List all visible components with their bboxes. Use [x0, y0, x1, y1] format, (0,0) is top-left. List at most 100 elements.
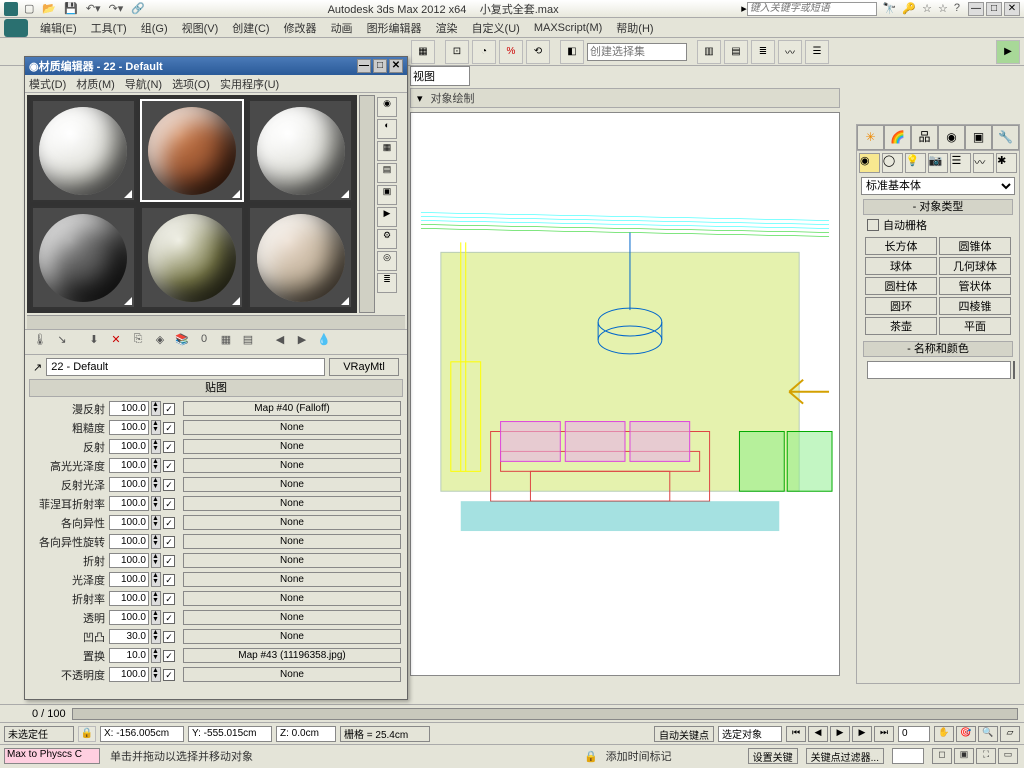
tab-hierarchy[interactable]: 品 — [911, 125, 938, 150]
param-value-input[interactable] — [109, 420, 149, 435]
select-by-mat-icon[interactable]: ◎ — [377, 251, 397, 271]
lock-tag-icon[interactable]: 🔒 — [584, 750, 598, 763]
viewport-type-dropdown[interactable]: 视图 — [410, 66, 470, 86]
material-slot-5[interactable] — [140, 206, 245, 309]
menu-help[interactable]: 帮助(H) — [610, 20, 659, 36]
lock-icon[interactable]: 🔒 — [78, 726, 96, 742]
autogrid-checkbox[interactable] — [867, 219, 879, 231]
pan-icon[interactable]: ✋ — [934, 726, 954, 742]
tb-layers-icon[interactable]: ≣ — [751, 40, 775, 64]
param-map-button[interactable]: None — [183, 610, 401, 625]
param-spinner[interactable]: ▲▼ — [151, 458, 161, 473]
material-slot-4[interactable] — [31, 206, 136, 309]
options-icon[interactable]: ⚙ — [377, 229, 397, 249]
me-close-button[interactable]: ✕ — [389, 59, 403, 73]
tb-curve-icon[interactable]: 〰 — [778, 40, 802, 64]
redo-icon[interactable]: ↷▾ — [109, 2, 124, 15]
app-menu-button[interactable] — [4, 19, 28, 37]
help-icon[interactable]: ? — [954, 2, 960, 15]
material-name-input[interactable] — [46, 358, 325, 376]
param-value-input[interactable] — [109, 553, 149, 568]
tb-named-sel-icon[interactable]: ◧ — [560, 40, 584, 64]
param-value-input[interactable] — [109, 496, 149, 511]
primitive-button[interactable]: 圆柱体 — [865, 277, 937, 295]
param-map-button[interactable]: None — [183, 591, 401, 606]
fov-icon[interactable]: ▱ — [1000, 726, 1020, 742]
param-checkbox[interactable]: ✓ — [163, 460, 175, 472]
param-value-input[interactable] — [109, 629, 149, 644]
prev-frame-icon[interactable]: ◀ — [808, 726, 828, 742]
primitive-button[interactable]: 圆锥体 — [939, 237, 1011, 255]
param-checkbox[interactable]: ✓ — [163, 669, 175, 681]
param-checkbox[interactable]: ✓ — [163, 650, 175, 662]
go-parent-icon[interactable]: ◀ — [271, 333, 289, 351]
menu-maxscript[interactable]: MAXScript(M) — [528, 22, 608, 34]
show-map-icon[interactable]: ▦ — [217, 333, 235, 351]
param-map-button[interactable]: None — [183, 477, 401, 492]
assign-to-sel-icon[interactable]: ⬇ — [85, 333, 103, 351]
backlight-icon[interactable]: ◐ — [377, 119, 397, 139]
current-frame-input[interactable]: 0 — [898, 726, 930, 742]
tab-modify[interactable]: 🌈 — [884, 125, 911, 150]
param-value-input[interactable] — [109, 591, 149, 606]
param-spinner[interactable]: ▲▼ — [151, 572, 161, 587]
selection-set-input[interactable] — [587, 43, 687, 61]
param-checkbox[interactable]: ✓ — [163, 422, 175, 434]
param-checkbox[interactable]: ✓ — [163, 403, 175, 415]
shapes-icon[interactable]: ◯ — [882, 153, 903, 173]
tab-create[interactable]: ✳ — [857, 125, 884, 150]
me-menu-nav[interactable]: 导航(N) — [125, 76, 162, 92]
object-color-swatch[interactable] — [1013, 361, 1015, 379]
param-value-input[interactable] — [109, 610, 149, 625]
region-zoom-icon[interactable]: ▭ — [998, 748, 1018, 764]
material-type-button[interactable]: VRayMtl — [329, 358, 399, 376]
coord-x[interactable]: X: -156.005cm — [100, 726, 184, 742]
zoom-icon[interactable]: 🔍 — [978, 726, 998, 742]
space-warps-icon[interactable]: 〰 — [973, 153, 994, 173]
tb-mirror-icon[interactable]: ▥ — [697, 40, 721, 64]
viewport[interactable] — [410, 112, 840, 676]
goto-end-icon[interactable]: ⏭ — [874, 726, 894, 742]
coord-y[interactable]: Y: -555.015cm — [188, 726, 272, 742]
param-map-button[interactable]: None — [183, 534, 401, 549]
next-frame-icon[interactable]: ▶ — [852, 726, 872, 742]
auto-key-button[interactable]: 自动关键点 — [654, 726, 714, 742]
play-icon[interactable]: ▶ — [830, 726, 850, 742]
param-value-input[interactable] — [109, 477, 149, 492]
param-spinner[interactable]: ▲▼ — [151, 420, 161, 435]
pick-icon[interactable]: ↗ — [33, 361, 42, 374]
primitive-button[interactable]: 平面 — [939, 317, 1011, 335]
primitive-button[interactable]: 几何球体 — [939, 257, 1011, 275]
background-icon[interactable]: ▦ — [377, 141, 397, 161]
coord-z[interactable]: Z: 0.0cm — [276, 726, 336, 742]
maxscript-listener[interactable]: Max to Physcs C — [4, 748, 100, 764]
timeline-track[interactable] — [72, 708, 1018, 720]
param-map-button[interactable]: Map #43 (11196358.jpg) — [183, 648, 401, 663]
preview-icon[interactable]: ▶ — [377, 207, 397, 227]
make-copy-icon[interactable]: ⎘ — [129, 333, 147, 351]
param-checkbox[interactable]: ✓ — [163, 574, 175, 586]
param-value-input[interactable] — [109, 515, 149, 530]
param-checkbox[interactable]: ✓ — [163, 441, 175, 453]
put-to-lib-icon[interactable]: 📚 — [173, 333, 191, 351]
param-checkbox[interactable]: ✓ — [163, 612, 175, 624]
helpers-icon[interactable]: ☰ — [950, 153, 971, 173]
param-value-input[interactable] — [109, 667, 149, 682]
lights-icon[interactable]: 💡 — [905, 153, 926, 173]
param-checkbox[interactable]: ✓ — [163, 517, 175, 529]
minimize-button[interactable]: — — [968, 2, 984, 16]
me-maximize-button[interactable]: □ — [373, 59, 387, 73]
go-forward-icon[interactable]: ▶ — [293, 333, 311, 351]
menu-render[interactable]: 渲染 — [430, 20, 464, 36]
param-checkbox[interactable]: ✓ — [163, 555, 175, 567]
material-slot-6[interactable] — [248, 206, 353, 309]
param-spinner[interactable]: ▲▼ — [151, 648, 161, 663]
param-checkbox[interactable]: ✓ — [163, 498, 175, 510]
param-value-input[interactable] — [109, 439, 149, 454]
me-menu-material[interactable]: 材质(M) — [76, 76, 115, 92]
get-material-icon[interactable]: 🌡 — [31, 333, 49, 351]
open-icon[interactable]: 📂 — [42, 2, 56, 15]
max-toggle-icon[interactable]: ⛶ — [976, 748, 996, 764]
object-name-input[interactable] — [867, 361, 1011, 379]
material-scrollbar-v[interactable] — [359, 95, 375, 313]
